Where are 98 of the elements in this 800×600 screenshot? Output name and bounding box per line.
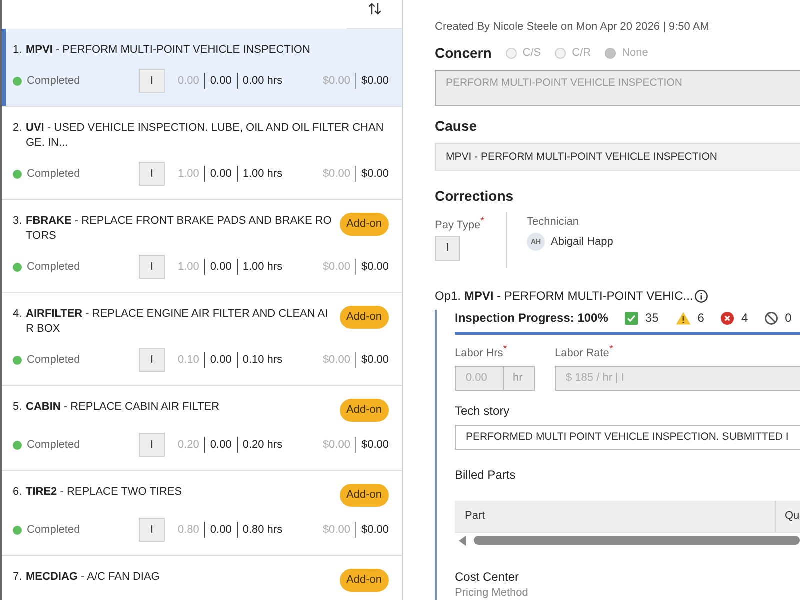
- status-dot-icon: [13, 170, 22, 178]
- pricing-method-label: Pricing Method: [455, 586, 530, 600]
- scroll-left-icon[interactable]: [459, 536, 466, 546]
- pay-type-tag: I: [139, 162, 165, 186]
- count-value: 0: [785, 311, 792, 325]
- hours-total-value: 0.10 hrs: [242, 354, 283, 366]
- status-text: Completed: [27, 524, 80, 536]
- status-dot-icon: [13, 76, 22, 86]
- line-number: 2.: [13, 121, 24, 136]
- hours-value: 0.20: [178, 439, 200, 451]
- x-circle-icon: [721, 312, 734, 324]
- line-number: 4.: [13, 307, 24, 322]
- line-title: UVI - USED VEHICLE INSPECTION. LUBE, OIL AND OIL FILTER CHANGE. IN...: [26, 121, 385, 151]
- hours-value: 1.00: [178, 168, 200, 180]
- add-on-badge: Add-on: [340, 569, 389, 592]
- count-value: 6: [698, 311, 704, 325]
- billed-parts-label: Billed Parts: [455, 468, 517, 482]
- hours-total-value: 1.00 hrs: [242, 261, 283, 273]
- line-number: 6.: [13, 485, 24, 500]
- hours-total-value: 0.20 hrs: [242, 439, 283, 451]
- hours-total-value: 1.00 hrs: [242, 168, 283, 180]
- add-on-badge: Add-on: [340, 399, 389, 422]
- line-title: FBRAKE - REPLACE FRONT BRAKE PADS AND BRAKE ROTORS: [26, 214, 333, 244]
- amount-value: $0.00: [322, 354, 350, 366]
- status-text: Completed: [27, 75, 80, 87]
- line-number: 3.: [13, 214, 24, 229]
- info-icon[interactable]: [695, 290, 708, 302]
- amount-total-value: $0.00: [361, 439, 389, 451]
- hours-total-value: 0.00 hrs: [242, 75, 283, 87]
- no-entry-icon: [765, 312, 778, 324]
- status-text: Completed: [27, 168, 80, 180]
- check-square-icon: [625, 312, 638, 324]
- add-on-badge: Add-on: [340, 484, 389, 507]
- amount-total-value: $0.00: [361, 261, 389, 273]
- amount-total-value: $0.00: [361, 524, 389, 536]
- column-header[interactable]: Qu: [775, 500, 800, 532]
- line-number: 1.: [13, 43, 24, 58]
- line-title: AIRFILTER - REPLACE ENGINE AIR FILTER AND CLEAN AIR BOX: [26, 307, 330, 337]
- amount-total-value: $0.00: [361, 354, 389, 366]
- add-on-badge: Add-on: [340, 306, 389, 329]
- section-title: Corrections: [435, 187, 515, 205]
- hours-value: 0.00: [210, 439, 232, 451]
- amount-value: $0.00: [322, 439, 350, 451]
- repair-line-item[interactable]: 1. MPVI - PERFORM MULTI-POINT VEHICLE INSPECTION Completed I 0.00 0.00 0.00 hrs $0.00 $0.00: [2, 29, 402, 107]
- status-text: Completed: [27, 261, 80, 273]
- pay-type-tag: I: [139, 433, 165, 457]
- hours-value: 1.00: [178, 261, 200, 273]
- hours-value: 0.80: [178, 524, 200, 536]
- column-header[interactable]: Part: [455, 500, 775, 532]
- status-dot-icon: [13, 262, 22, 272]
- pay-type-tag: I: [139, 69, 165, 93]
- status-text: Completed: [27, 354, 80, 366]
- amount-value: $0.00: [322, 261, 350, 273]
- amount-total-value: $0.00: [361, 168, 389, 180]
- line-number: 7.: [13, 570, 24, 585]
- hours-value: 0.00: [210, 168, 232, 180]
- status-dot-icon: [13, 440, 22, 450]
- cost-center-label: Cost Center: [455, 570, 520, 584]
- pay-type-tag: I: [139, 348, 165, 372]
- hours-value: 0.00: [210, 261, 232, 273]
- operation-title: Op1. MPVI - PERFORM MULTI-POINT VEHIC...: [435, 288, 694, 304]
- count-value: 4: [741, 311, 748, 325]
- line-title: MECDIAG - A/C FAN DIAG: [26, 570, 161, 585]
- hours-value: 0.00: [178, 75, 200, 87]
- line-number: 5.: [13, 400, 24, 415]
- scrollbar-thumb[interactable]: [474, 536, 800, 546]
- pay-type-tag: I: [139, 255, 165, 279]
- created-by-text: Created By Nicole Steele on Mon Apr 20 2026 | 9:50 AM: [435, 20, 710, 34]
- line-title: TIRE2 - REPLACE TWO TIRES: [26, 485, 184, 500]
- warning-icon: [676, 312, 691, 324]
- unit-label: hr: [503, 366, 534, 390]
- cause-field[interactable]: MPVI - PERFORM MULTI-POINT VEHICLE INSPECTION: [435, 143, 800, 171]
- inspection-progress-label: Inspection Progress: 100%: [455, 311, 608, 325]
- status-text: Completed: [27, 439, 80, 451]
- section-title: Cause: [435, 117, 478, 135]
- tech-story-field[interactable]: PERFORMED MULTI POINT VEHICLE INSPECTION. SUBMITTED I: [455, 424, 800, 450]
- line-title: MPVI - PERFORM MULTI-POINT VEHICLE INSPECTION: [26, 43, 312, 58]
- pay-type-field[interactable]: I: [435, 236, 460, 261]
- amount-value: $0.00: [322, 168, 350, 180]
- count-value: 35: [645, 311, 659, 325]
- status-dot-icon: [13, 526, 22, 534]
- amount-value: $0.00: [322, 524, 350, 536]
- technician-name: Abigail Happ: [551, 236, 614, 248]
- amount-total-value: $0.00: [361, 75, 389, 87]
- hours-value: 0.00: [210, 75, 232, 87]
- sort-icon: [368, 3, 382, 15]
- hours-value: 0.10: [178, 354, 200, 366]
- tech-story-label: Tech story: [455, 404, 511, 418]
- line-title: CABIN - REPLACE CABIN AIR FILTER: [26, 400, 221, 415]
- add-on-badge: Add-on: [340, 213, 389, 236]
- hours-value: 0.00: [210, 524, 232, 536]
- section-title: Concern: [435, 44, 492, 62]
- hours-value: 0.00: [210, 354, 232, 366]
- hours-total-value: 0.80 hrs: [242, 524, 283, 536]
- technician-label: Technician: [527, 215, 579, 229]
- pay-type-tag: I: [139, 518, 165, 542]
- status-dot-icon: [13, 356, 22, 364]
- amount-value: $0.00: [322, 75, 350, 87]
